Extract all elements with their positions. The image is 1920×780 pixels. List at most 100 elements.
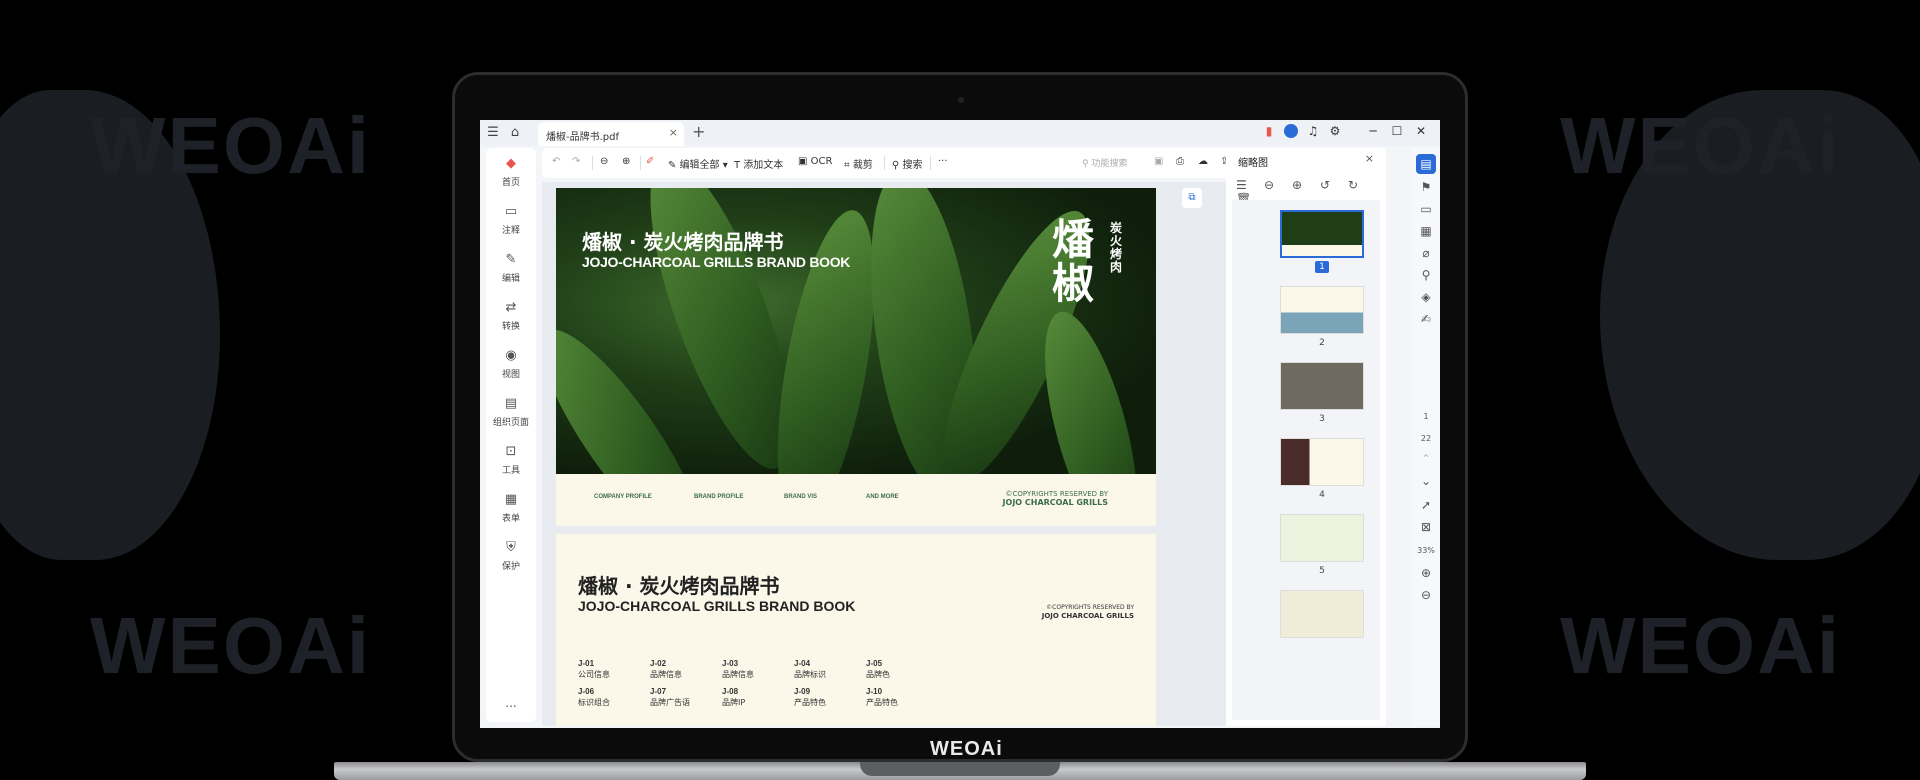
nav-label: 转换 xyxy=(501,322,520,332)
thumbnail-panel-title: 缩略图 xyxy=(1238,158,1268,169)
comment-icon[interactable]: ▭ xyxy=(1416,202,1436,216)
thumbnail-page-number: 5 xyxy=(1319,566,1325,576)
cloud-upload-icon[interactable]: ☁ xyxy=(1198,156,1208,167)
minimize-button[interactable]: ─ xyxy=(1364,124,1382,138)
thumbnail-page-5[interactable] xyxy=(1280,514,1364,562)
index-item: J-02 品牌信息 xyxy=(650,658,682,680)
current-page-number[interactable]: 1 xyxy=(1412,412,1440,421)
index-label: 产品特色 xyxy=(794,698,826,707)
more-button[interactable]: ... xyxy=(486,696,536,710)
select-cursor-icon[interactable]: ➚ xyxy=(1416,498,1436,512)
thumbnail-page-2[interactable] xyxy=(1280,286,1364,334)
zoom-out-icon[interactable]: ⊖ xyxy=(1416,588,1436,602)
table-icon[interactable]: ▦ xyxy=(1416,224,1436,238)
document-area[interactable]: ⚙ 燔椒 · 炭火烤肉品牌书 JOJO-CHARCOAL GRILLS BRAN… xyxy=(542,182,1282,726)
nav-label: 注释 xyxy=(501,226,520,236)
close-window-button[interactable]: ✕ xyxy=(1412,124,1430,138)
maximize-button[interactable]: ☐ xyxy=(1388,124,1406,138)
close-icon[interactable]: × xyxy=(1365,152,1374,165)
rotate-right-icon[interactable]: ↻ xyxy=(1348,178,1376,192)
redo-icon[interactable]: ↷ xyxy=(572,156,580,167)
document-icon[interactable]: ▮ xyxy=(1260,124,1278,138)
zoom-in-icon[interactable]: ⊕ xyxy=(1292,178,1320,192)
cover-title-cn: 燔椒 · 炭火烤肉品牌书 xyxy=(582,230,784,254)
thumbnail-page-3[interactable] xyxy=(1280,362,1364,410)
zoom-in-icon[interactable]: ⊕ xyxy=(1416,566,1436,580)
zoom-out-icon[interactable]: ⊖ xyxy=(600,156,608,167)
divider xyxy=(930,156,931,170)
rotate-left-icon[interactable]: ↺ xyxy=(1320,178,1348,192)
layers-icon[interactable]: ◈ xyxy=(1416,290,1436,304)
nav-item-convert[interactable]: ⇄ 转换 xyxy=(486,300,536,332)
document-tab[interactable]: 燔椒-品牌书.pdf × xyxy=(538,122,684,146)
menu-icon[interactable]: ☰ xyxy=(484,124,502,142)
edit-all-label: 编辑全部 xyxy=(679,160,720,171)
undo-icon[interactable]: ↶ xyxy=(552,156,560,167)
nav-item-edit[interactable]: ✎ 编辑 xyxy=(486,252,536,284)
copyright-owner: JOJO CHARCOAL GRILLS xyxy=(1002,498,1108,507)
search-button[interactable]: ⚲ 搜索 xyxy=(892,156,923,171)
divider xyxy=(884,156,885,170)
translate-icon[interactable]: ⧉ xyxy=(1182,188,1202,208)
edit-icon: ✎ xyxy=(505,252,517,267)
crop-button[interactable]: ⌗ 裁剪 xyxy=(844,156,873,171)
tools-icon: ⊡ xyxy=(505,444,517,459)
brand-logo: 燔椒 xyxy=(1052,215,1095,308)
list-icon[interactable]: ☰ xyxy=(1236,178,1264,192)
edit-all-button[interactable]: ✎ 编辑全部 ▾ xyxy=(668,156,728,171)
zoom-out-icon[interactable]: ⊖ xyxy=(1264,178,1292,192)
feature-search-input[interactable]: ⚲ 功能搜索 xyxy=(1082,156,1127,169)
thumbnail-view-icon[interactable]: ▤ xyxy=(1416,154,1436,174)
thumbnail-page-1[interactable] xyxy=(1280,210,1364,258)
index-code: J-08 xyxy=(722,687,739,696)
new-tab-button[interactable]: + xyxy=(692,122,705,141)
chevron-up-icon[interactable]: ⌃ xyxy=(1416,452,1436,466)
print-icon[interactable]: ⎙ xyxy=(1176,156,1184,167)
chevron-down-icon[interactable]: ⌄ xyxy=(1416,474,1436,488)
more-button[interactable]: ··· xyxy=(938,156,948,167)
nav-item-form[interactable]: ▦ 表单 xyxy=(486,492,536,524)
thumbnail-page-4[interactable] xyxy=(1280,438,1364,486)
close-icon[interactable]: × xyxy=(669,126,678,139)
index-label: 品牌色 xyxy=(866,670,890,679)
laptop-brand: WEOAi xyxy=(930,738,1003,760)
index-code: J-01 xyxy=(578,659,595,668)
zoom-in-icon[interactable]: ⊕ xyxy=(622,156,630,167)
nav-item-comment[interactable]: ▭ 注释 xyxy=(486,204,536,236)
search-label: 搜索 xyxy=(902,160,923,171)
search-icon[interactable]: ⚲ xyxy=(1416,268,1436,282)
nav-item-view[interactable]: ◉ 视图 xyxy=(486,348,536,380)
index-label: 品牌信息 xyxy=(722,670,754,679)
save-icon[interactable]: ▣ xyxy=(1154,156,1163,167)
bell-icon[interactable]: ♫ xyxy=(1304,124,1322,138)
index-item: J-01 公司信息 xyxy=(578,658,610,680)
index-code: J-05 xyxy=(866,659,883,668)
ocr-button[interactable]: ▣ OCR xyxy=(798,156,832,167)
footer-tab: COMPANY PROFILE xyxy=(594,494,652,500)
avatar[interactable] xyxy=(1282,124,1300,141)
fit-page-icon[interactable]: ⊠ xyxy=(1416,520,1436,534)
page-number-badge: 1 xyxy=(1315,261,1329,273)
thumbnail-page-number: 4 xyxy=(1319,490,1325,500)
nav-label: 视图 xyxy=(501,370,520,380)
footer-tab: BRAND VIS xyxy=(784,494,818,500)
signature-icon[interactable]: ✍ xyxy=(1416,312,1436,326)
thumbnail-page-6[interactable] xyxy=(1280,590,1364,638)
nav-item-protect[interactable]: ⛨ 保护 xyxy=(486,540,536,572)
nav-label: 编辑 xyxy=(501,274,520,284)
nav-item-pages[interactable]: ▤ 组织页面 xyxy=(486,396,536,428)
nav-item-tools[interactable]: ⊡ 工具 xyxy=(486,444,536,476)
index-label: 品牌信息 xyxy=(650,670,682,679)
attachment-icon[interactable]: ⌀ xyxy=(1416,246,1436,260)
crop-label: 裁剪 xyxy=(852,160,873,171)
bookmark-icon[interactable]: ⚑ xyxy=(1416,180,1436,194)
zoom-level[interactable]: 33% xyxy=(1412,546,1440,555)
gear-icon[interactable]: ⚙ xyxy=(1326,124,1344,138)
highlight-icon[interactable]: ✐ xyxy=(646,156,654,167)
add-text-button[interactable]: T 添加文本 xyxy=(734,156,783,171)
laptop-notch xyxy=(860,762,1060,776)
document-page-1: 燔椒 · 炭火烤肉品牌书 JOJO-CHARCOAL GRILLS BRAND … xyxy=(556,188,1156,526)
home-icon[interactable]: ⌂ xyxy=(506,124,524,142)
nav-item-home[interactable]: ◆ 首页 xyxy=(486,156,536,188)
nav-label: 保护 xyxy=(501,562,520,572)
